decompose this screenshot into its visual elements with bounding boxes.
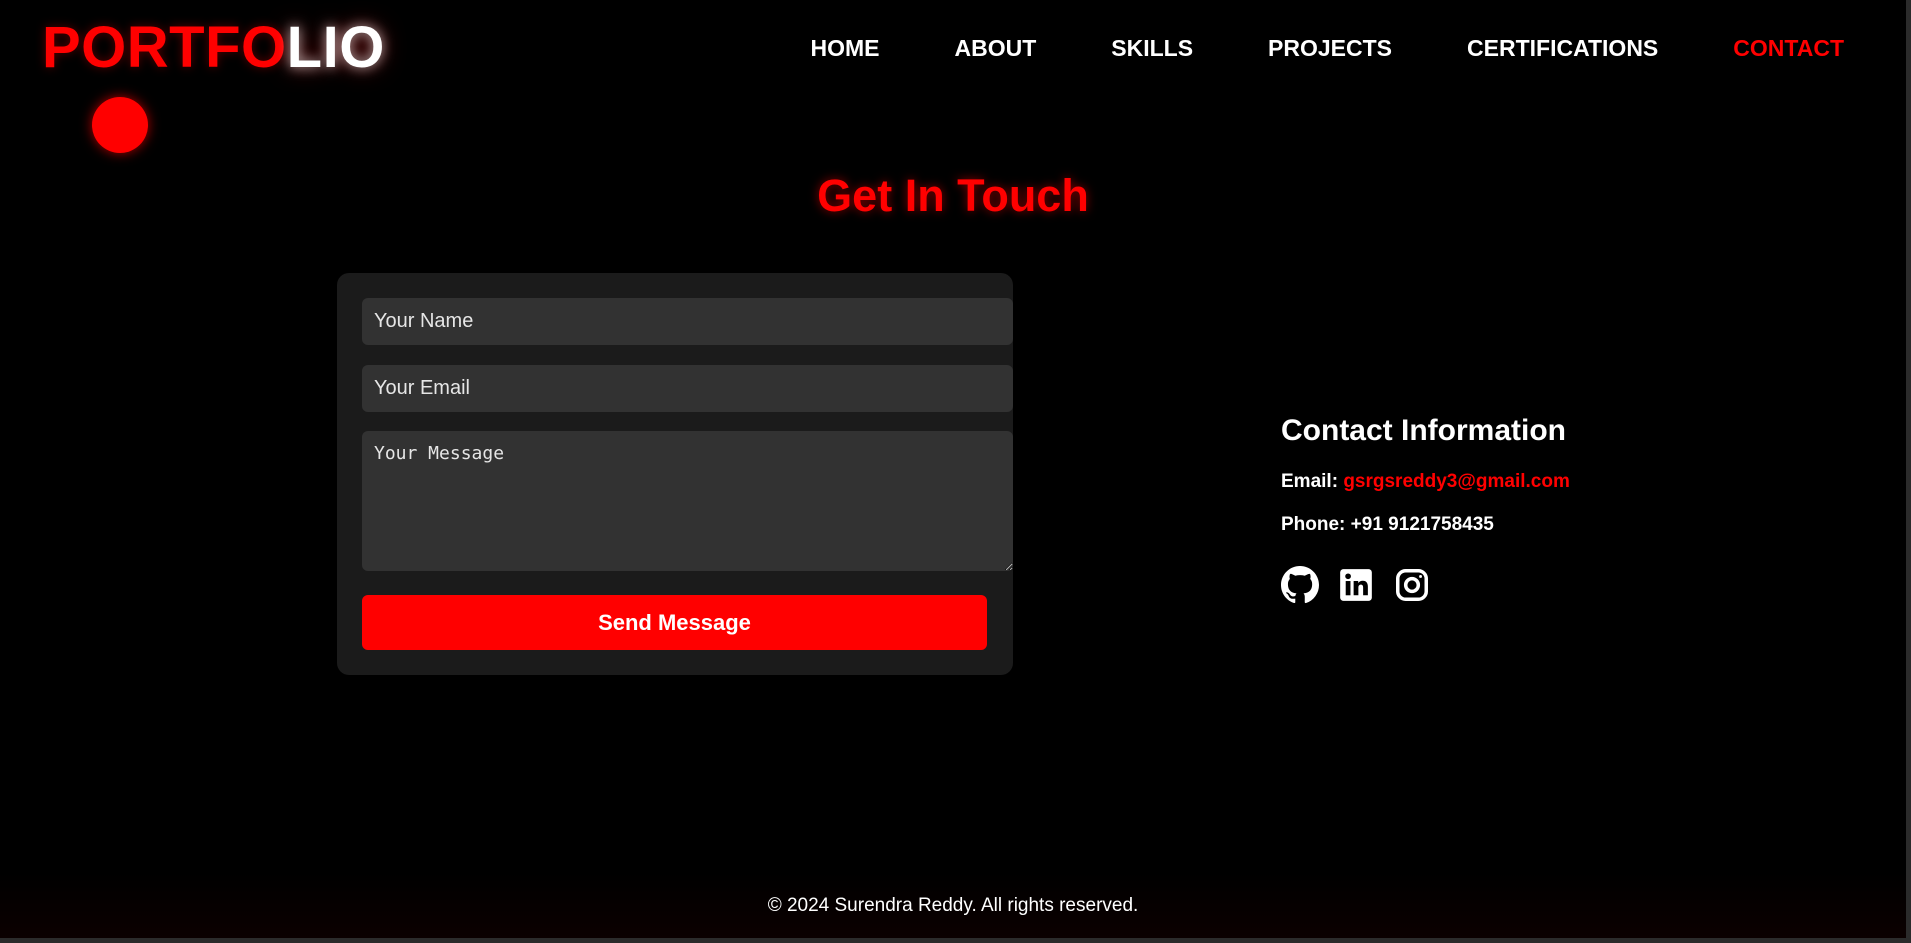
phone-label: Phone: (1281, 514, 1346, 535)
decorative-red-dot (92, 97, 148, 153)
nav-projects[interactable]: PROJECTS (1268, 32, 1392, 64)
message-textarea[interactable] (362, 431, 1013, 571)
github-icon[interactable] (1281, 566, 1319, 604)
email-row: Email: gsrgsreddy3@gmail.com (1281, 471, 1570, 493)
logo-text-white: LIO (286, 15, 385, 80)
bottom-edge (0, 938, 1911, 943)
social-links (1281, 566, 1431, 604)
right-edge (1906, 0, 1911, 943)
name-input[interactable] (362, 298, 1013, 345)
page-title: Get In Touch (817, 170, 1089, 221)
linkedin-icon[interactable] (1337, 566, 1375, 604)
copyright-text: © 2024 Surendra Reddy. All rights reserv… (767, 895, 1139, 916)
contact-info-title: Contact Information (1281, 414, 1566, 447)
site-footer: © 2024 Surendra Reddy. All rights reserv… (0, 872, 1906, 938)
nav-home[interactable]: HOME (810, 32, 879, 64)
nav-about[interactable]: ABOUT (954, 32, 1036, 64)
site-logo[interactable]: PORTFOLIO (42, 14, 385, 82)
phone-value: +91 9121758435 (1350, 514, 1494, 535)
nav-certifications[interactable]: CERTIFICATIONS (1467, 32, 1658, 64)
main-nav: HOME ABOUT SKILLS PROJECTS CERTIFICATION… (810, 32, 1844, 64)
email-link[interactable]: gsrgsreddy3@gmail.com (1343, 471, 1570, 492)
email-input[interactable] (362, 365, 1013, 412)
contact-information: Contact Information Email: gsrgsreddy3@g… (1281, 414, 1570, 604)
nav-skills[interactable]: SKILLS (1111, 32, 1193, 64)
nav-contact[interactable]: CONTACT (1733, 32, 1844, 64)
instagram-icon[interactable] (1393, 566, 1431, 604)
email-label: Email: (1281, 471, 1339, 492)
contact-form: Send Message (337, 273, 1013, 675)
send-message-button[interactable]: Send Message (362, 595, 987, 650)
phone-row: Phone: +91 9121758435 (1281, 514, 1494, 536)
logo-text-red: PORTFO (42, 15, 287, 80)
page: PORTFOLIO HOME ABOUT SKILLS PROJECTS CER… (0, 0, 1911, 943)
